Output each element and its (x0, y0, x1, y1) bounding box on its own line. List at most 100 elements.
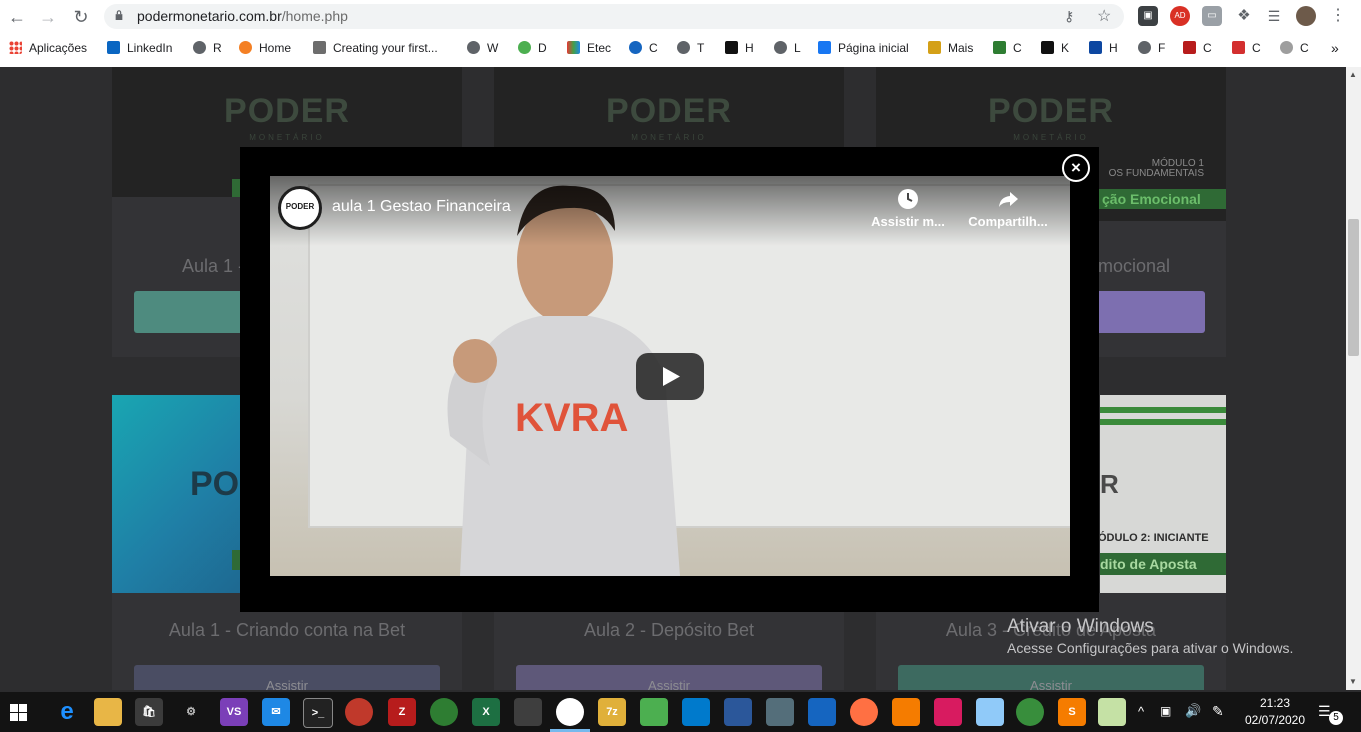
url-text: podermonetario.com.br/home.php (137, 8, 348, 24)
bookmark-item[interactable]: F (1138, 39, 1165, 57)
bookmark-item[interactable]: W (467, 39, 498, 57)
bookmark-item[interactable]: H (725, 39, 754, 57)
network-app-icon[interactable] (724, 698, 752, 726)
notes-icon[interactable] (640, 698, 668, 726)
assistir-button[interactable]: Assistir (134, 665, 440, 690)
card-logo-sub: MONETÁRIO (1013, 133, 1089, 142)
back-icon[interactable]: ← (6, 6, 28, 28)
adblock-icon[interactable]: AD (1170, 6, 1190, 26)
link-icon (629, 41, 642, 54)
bookmark-item[interactable]: Mais (928, 39, 973, 57)
puzzle-icon[interactable]: ❖ (1234, 6, 1254, 26)
tray-expand-icon[interactable]: ^ (1138, 704, 1144, 719)
video-title[interactable]: aula 1 Gestao Financeira (332, 198, 511, 216)
assistir-button[interactable]: Assistir (898, 665, 1204, 690)
play-icon (663, 367, 680, 386)
bookmark-item[interactable]: C (1280, 39, 1309, 57)
cast-icon[interactable]: ▭ (1202, 6, 1222, 26)
play-button[interactable] (636, 353, 704, 400)
bookmark-star-icon[interactable]: ☆ (1097, 6, 1111, 26)
remote-icon[interactable] (766, 698, 794, 726)
player-top-bar: PODER aula 1 Gestao Financeira Assistir … (270, 176, 1070, 246)
bookmark-item[interactable]: K (1041, 39, 1069, 57)
pen-icon[interactable]: ✎ (1212, 703, 1224, 720)
bookmark-item[interactable]: L (774, 39, 801, 57)
notepad-icon[interactable] (1098, 698, 1126, 726)
scroll-up-icon[interactable]: ▲ (1349, 70, 1357, 79)
maps-icon[interactable] (430, 698, 458, 726)
app-icon[interactable] (934, 698, 962, 726)
eye-icon[interactable] (1016, 698, 1044, 726)
xampp-icon[interactable] (892, 698, 920, 726)
robot-icon (313, 41, 326, 54)
visual-studio-icon[interactable]: VS (220, 698, 248, 726)
bookmark-item[interactable]: D (518, 39, 547, 57)
card-stripe (1100, 419, 1226, 425)
card-logo: R (1100, 469, 1119, 499)
bookmark-item[interactable]: C (1183, 39, 1212, 57)
game-icon[interactable]: ⚙ (177, 698, 205, 726)
bookmark-item[interactable]: Creating your first... (313, 39, 438, 57)
watch-later-button[interactable]: Assistir m... (863, 188, 953, 229)
network-icon[interactable]: ▣ (1160, 704, 1171, 718)
globe-icon (677, 41, 690, 54)
file-explorer-icon[interactable] (94, 698, 122, 726)
clock-date[interactable]: 02/07/2020 (1240, 713, 1310, 727)
page-scrollbar[interactable]: ▲ ▼ (1346, 67, 1361, 690)
scrollbar-thumb[interactable] (1348, 219, 1359, 356)
sublime-icon[interactable]: S (1058, 698, 1086, 726)
virtualbox-icon[interactable] (808, 698, 836, 726)
facebook-icon (818, 41, 831, 54)
bookmark-item[interactable]: Home (239, 39, 291, 57)
module-sub-label: OS FUNDAMENTAIS (1108, 168, 1204, 179)
edge-icon[interactable]: e (53, 698, 81, 726)
assistir-button[interactable]: Assistir (516, 665, 822, 690)
volume-icon[interactable]: 🔊 (1185, 703, 1201, 719)
close-icon[interactable]: × (1062, 154, 1090, 182)
card-logo: PODER (606, 92, 732, 130)
channel-avatar[interactable]: PODER (278, 186, 322, 230)
module-banner: ção Emocional (1096, 189, 1226, 209)
bookmark-item[interactable]: C (629, 39, 658, 57)
more-bookmarks-icon[interactable]: » (1331, 39, 1339, 57)
vscode-icon[interactable] (682, 698, 710, 726)
profile-avatar[interactable] (1296, 6, 1316, 26)
clock-time[interactable]: 21:23 (1240, 696, 1310, 710)
bookmark-item[interactable]: Etec (567, 39, 611, 57)
bookmark-item[interactable]: Página inicial (818, 39, 909, 57)
extension-icon[interactable]: ▣ (1138, 6, 1158, 26)
globe-icon (193, 41, 206, 54)
excel-icon[interactable]: X (472, 698, 500, 726)
bookmark-item[interactable]: C (993, 39, 1022, 57)
box-icon[interactable] (976, 698, 1004, 726)
paint-icon[interactable] (345, 698, 373, 726)
h-icon (725, 41, 738, 54)
menu-icon[interactable]: ⋮ (1328, 6, 1348, 26)
terminal-icon[interactable]: >_ (303, 698, 333, 728)
bookmark-item[interactable]: R (193, 39, 222, 57)
store-icon[interactable]: 🛍 (135, 698, 163, 726)
media-icon[interactable]: ☰ (1264, 6, 1284, 26)
filezilla-icon[interactable]: Z (388, 698, 416, 726)
mail-icon[interactable]: ✉ (262, 698, 290, 726)
assistir-button[interactable] (1096, 291, 1205, 333)
share-button[interactable]: Compartilh... (963, 188, 1053, 229)
youtube-player[interactable]: KVRA PODER aula 1 Gestao Financeira Assi… (270, 176, 1070, 576)
mais-icon (928, 41, 941, 54)
address-bar[interactable]: podermonetario.com.br/home.php ⚷ ☆ (104, 4, 1124, 29)
chrome-icon[interactable] (556, 698, 584, 726)
windows-start-icon[interactable] (10, 704, 27, 721)
bookmark-item[interactable]: H (1089, 39, 1118, 57)
bookmark-item[interactable]: LinkedIn (107, 39, 172, 57)
key-icon[interactable]: ⚷ (1064, 8, 1074, 25)
firefox-icon[interactable] (850, 698, 878, 726)
scroll-down-icon[interactable]: ▼ (1349, 677, 1357, 686)
bookmark-item[interactable]: C (1232, 39, 1261, 57)
7zip-icon[interactable]: 7z (598, 698, 626, 726)
reload-icon[interactable]: ↻ (70, 6, 92, 28)
app-icon[interactable] (514, 698, 542, 726)
clock-icon (898, 189, 918, 209)
bookmark-item[interactable]: Aplicações (9, 39, 87, 57)
bookmark-item[interactable]: T (677, 39, 704, 57)
forward-icon[interactable]: → (37, 6, 59, 28)
